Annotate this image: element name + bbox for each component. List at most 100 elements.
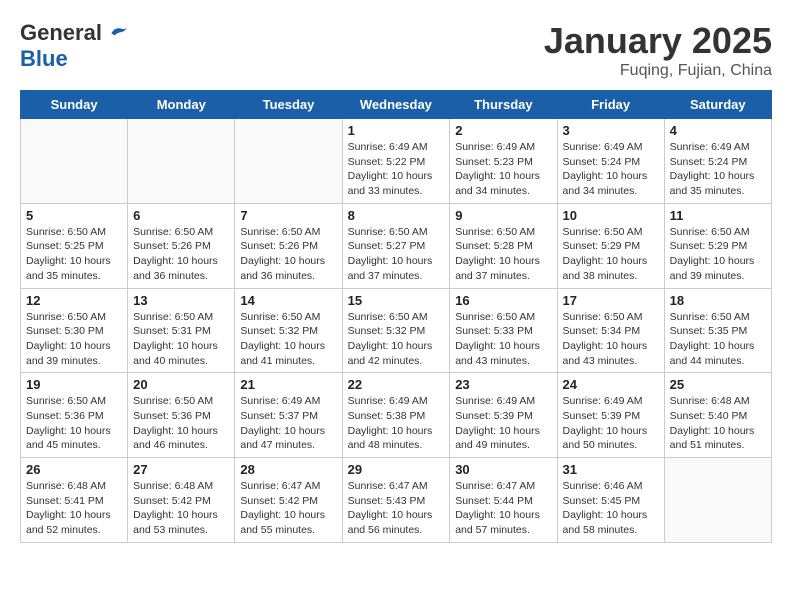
day-number: 5: [26, 208, 122, 223]
day-number: 2: [455, 123, 551, 138]
calendar-day-30: 30Sunrise: 6:47 AM Sunset: 5:44 PM Dayli…: [450, 458, 557, 543]
day-number: 22: [348, 377, 445, 392]
day-info: Sunrise: 6:50 AM Sunset: 5:28 PM Dayligh…: [455, 225, 551, 284]
day-info: Sunrise: 6:49 AM Sunset: 5:37 PM Dayligh…: [240, 394, 336, 453]
calendar-week-row: 26Sunrise: 6:48 AM Sunset: 5:41 PM Dayli…: [21, 458, 772, 543]
day-number: 26: [26, 462, 122, 477]
day-info: Sunrise: 6:49 AM Sunset: 5:22 PM Dayligh…: [348, 140, 445, 199]
day-info: Sunrise: 6:50 AM Sunset: 5:32 PM Dayligh…: [348, 310, 445, 369]
weekday-header-thursday: Thursday: [450, 91, 557, 119]
calendar-week-row: 12 Sunrise: 6:50 AM Sunset: 5:30 PM Dayli…: [21, 288, 772, 373]
day-number: 7: [240, 208, 336, 223]
weekday-header-sunday: Sunday: [21, 91, 128, 119]
calendar-day-24: 24 Sunrise: 6:49 AM Sunset: 5:39 PM Dayli…: [557, 373, 664, 458]
logo-bird-icon: [108, 20, 128, 40]
day-number: 20: [133, 377, 229, 392]
day-number: 8: [348, 208, 445, 223]
calendar-day-22: 22 Sunrise: 6:49 AM Sunset: 5:38 PM Dayli…: [342, 373, 450, 458]
day-info: Sunrise: 6:50 AM Sunset: 5:29 PM Dayligh…: [670, 225, 766, 284]
day-number: 14: [240, 293, 336, 308]
calendar-day-16: 16 Sunrise: 6:50 AM Sunset: 5:33 PM Dayli…: [450, 288, 557, 373]
calendar-day-2: 2Sunrise: 6:49 AM Sunset: 5:23 PM Daylig…: [450, 119, 557, 204]
day-number: 23: [455, 377, 551, 392]
weekday-header-wednesday: Wednesday: [342, 91, 450, 119]
day-info: Sunrise: 6:48 AM Sunset: 5:42 PM Dayligh…: [133, 479, 229, 538]
day-number: 18: [670, 293, 766, 308]
logo: General Blue: [20, 20, 128, 72]
day-number: 1: [348, 123, 445, 138]
day-number: 16: [455, 293, 551, 308]
calendar-empty-cell: [21, 119, 128, 204]
calendar-day-11: 11 Sunrise: 6:50 AM Sunset: 5:29 PM Dayli…: [664, 203, 771, 288]
day-number: 27: [133, 462, 229, 477]
calendar-day-29: 29 Sunrise: 6:47 AM Sunset: 5:43 PM Dayli…: [342, 458, 450, 543]
day-number: 31: [563, 462, 659, 477]
day-info: Sunrise: 6:49 AM Sunset: 5:38 PM Dayligh…: [348, 394, 445, 453]
logo-blue: Blue: [20, 46, 68, 71]
page-header: General Blue January 2025 Fuqing, Fujian…: [20, 20, 772, 80]
calendar-empty-cell: [664, 458, 771, 543]
day-number: 24: [563, 377, 659, 392]
calendar-day-14: 14 Sunrise: 6:50 AM Sunset: 5:32 PM Dayli…: [235, 288, 342, 373]
day-number: 28: [240, 462, 336, 477]
calendar-day-26: 26Sunrise: 6:48 AM Sunset: 5:41 PM Dayli…: [21, 458, 128, 543]
day-info: Sunrise: 6:50 AM Sunset: 5:26 PM Dayligh…: [240, 225, 336, 284]
day-info: Sunrise: 6:50 AM Sunset: 5:25 PM Dayligh…: [26, 225, 122, 284]
day-info: Sunrise: 6:47 AM Sunset: 5:43 PM Dayligh…: [348, 479, 445, 538]
day-info: Sunrise: 6:50 AM Sunset: 5:33 PM Dayligh…: [455, 310, 551, 369]
calendar-empty-cell: [128, 119, 235, 204]
calendar-day-7: 7 Sunrise: 6:50 AM Sunset: 5:26 PM Daylig…: [235, 203, 342, 288]
weekday-header-monday: Monday: [128, 91, 235, 119]
calendar-empty-cell: [235, 119, 342, 204]
calendar-week-row: 5 Sunrise: 6:50 AM Sunset: 5:25 PM Daylig…: [21, 203, 772, 288]
day-info: Sunrise: 6:50 AM Sunset: 5:32 PM Dayligh…: [240, 310, 336, 369]
calendar-title: January 2025: [544, 20, 772, 62]
day-info: Sunrise: 6:49 AM Sunset: 5:39 PM Dayligh…: [455, 394, 551, 453]
calendar-day-13: 13Sunrise: 6:50 AM Sunset: 5:31 PM Dayli…: [128, 288, 235, 373]
day-info: Sunrise: 6:50 AM Sunset: 5:36 PM Dayligh…: [26, 394, 122, 453]
day-info: Sunrise: 6:48 AM Sunset: 5:40 PM Dayligh…: [670, 394, 766, 453]
day-info: Sunrise: 6:50 AM Sunset: 5:31 PM Dayligh…: [133, 310, 229, 369]
calendar-day-28: 28Sunrise: 6:47 AM Sunset: 5:42 PM Dayli…: [235, 458, 342, 543]
weekday-header-row: SundayMondayTuesdayWednesdayThursdayFrid…: [21, 91, 772, 119]
day-number: 6: [133, 208, 229, 223]
day-number: 12: [26, 293, 122, 308]
day-info: Sunrise: 6:49 AM Sunset: 5:24 PM Dayligh…: [670, 140, 766, 199]
calendar-day-20: 20 Sunrise: 6:50 AM Sunset: 5:36 PM Dayli…: [128, 373, 235, 458]
day-number: 17: [563, 293, 659, 308]
calendar-day-21: 21Sunrise: 6:49 AM Sunset: 5:37 PM Dayli…: [235, 373, 342, 458]
day-info: Sunrise: 6:50 AM Sunset: 5:36 PM Dayligh…: [133, 394, 229, 453]
calendar-day-1: 1 Sunrise: 6:49 AM Sunset: 5:22 PM Daylig…: [342, 119, 450, 204]
weekday-header-tuesday: Tuesday: [235, 91, 342, 119]
day-number: 3: [563, 123, 659, 138]
calendar-day-25: 25 Sunrise: 6:48 AM Sunset: 5:40 PM Dayli…: [664, 373, 771, 458]
day-number: 15: [348, 293, 445, 308]
calendar-subtitle: Fuqing, Fujian, China: [544, 62, 772, 80]
calendar-day-17: 17 Sunrise: 6:50 AM Sunset: 5:34 PM Dayli…: [557, 288, 664, 373]
day-number: 19: [26, 377, 122, 392]
day-info: Sunrise: 6:50 AM Sunset: 5:27 PM Dayligh…: [348, 225, 445, 284]
weekday-header-friday: Friday: [557, 91, 664, 119]
weekday-header-saturday: Saturday: [664, 91, 771, 119]
title-block: January 2025 Fuqing, Fujian, China: [544, 20, 772, 80]
day-number: 29: [348, 462, 445, 477]
day-number: 10: [563, 208, 659, 223]
day-info: Sunrise: 6:50 AM Sunset: 5:34 PM Dayligh…: [563, 310, 659, 369]
day-number: 11: [670, 208, 766, 223]
calendar-day-6: 6Sunrise: 6:50 AM Sunset: 5:26 PM Daylig…: [128, 203, 235, 288]
day-info: Sunrise: 6:49 AM Sunset: 5:24 PM Dayligh…: [563, 140, 659, 199]
calendar-day-4: 4Sunrise: 6:49 AM Sunset: 5:24 PM Daylig…: [664, 119, 771, 204]
day-info: Sunrise: 6:50 AM Sunset: 5:30 PM Dayligh…: [26, 310, 122, 369]
day-info: Sunrise: 6:47 AM Sunset: 5:44 PM Dayligh…: [455, 479, 551, 538]
day-info: Sunrise: 6:50 AM Sunset: 5:29 PM Dayligh…: [563, 225, 659, 284]
calendar-day-31: 31Sunrise: 6:46 AM Sunset: 5:45 PM Dayli…: [557, 458, 664, 543]
logo-general: General: [20, 20, 102, 45]
day-number: 25: [670, 377, 766, 392]
day-info: Sunrise: 6:50 AM Sunset: 5:35 PM Dayligh…: [670, 310, 766, 369]
day-info: Sunrise: 6:49 AM Sunset: 5:39 PM Dayligh…: [563, 394, 659, 453]
calendar-day-5: 5 Sunrise: 6:50 AM Sunset: 5:25 PM Daylig…: [21, 203, 128, 288]
calendar-week-row: 19 Sunrise: 6:50 AM Sunset: 5:36 PM Dayli…: [21, 373, 772, 458]
calendar-day-8: 8 Sunrise: 6:50 AM Sunset: 5:27 PM Daylig…: [342, 203, 450, 288]
calendar-day-9: 9 Sunrise: 6:50 AM Sunset: 5:28 PM Daylig…: [450, 203, 557, 288]
day-number: 9: [455, 208, 551, 223]
